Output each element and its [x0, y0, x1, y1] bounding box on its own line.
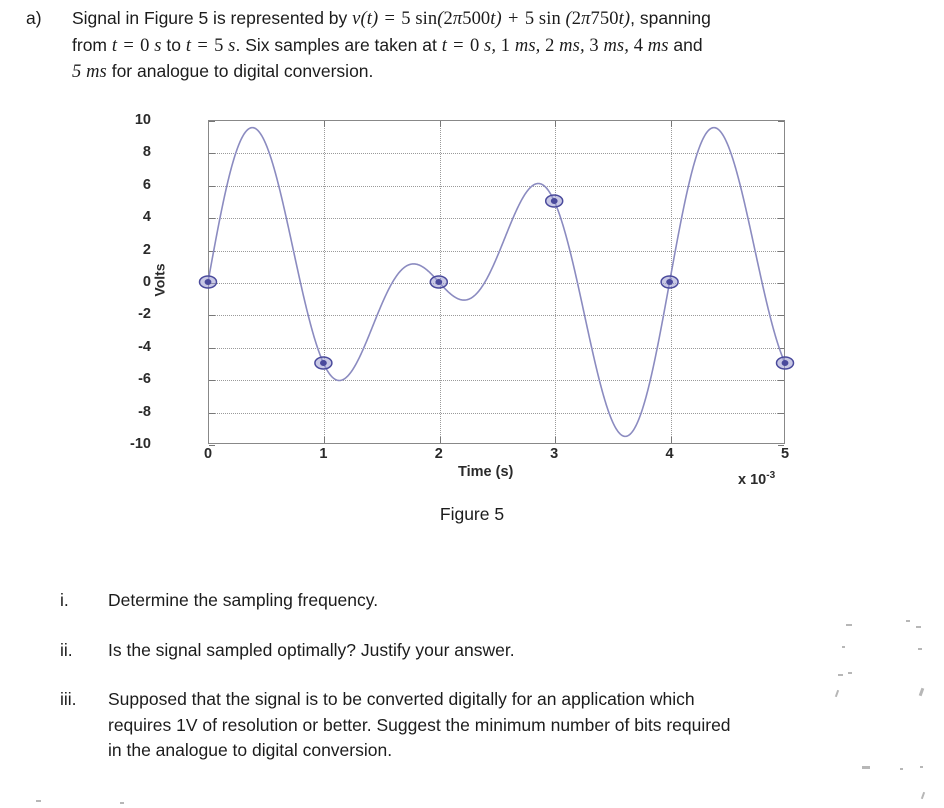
sample-marker-core — [550, 198, 558, 204]
y-tick-label: 0 — [142, 274, 151, 290]
figure-caption: Figure 5 — [439, 504, 505, 524]
signal-waveform-svg — [198, 126, 795, 438]
figure-5-block: Volts Time (s) x 10-3 10 8 6 4 2 0 -2 -4 -6 -8 -10… — [0, 100, 944, 524]
subquestion-line: in the analogue to digital conversion. — [108, 740, 393, 760]
x-tick-label: 2 — [434, 446, 443, 462]
scan-artifact — [120, 802, 124, 804]
sample-marker — [198, 275, 218, 289]
subquestion-text: Supposed that the signal is to be conver… — [108, 687, 926, 764]
sample-marker — [314, 356, 333, 370]
question-line-2-end: and — [668, 34, 703, 55]
x-tick-label: 1 — [319, 446, 328, 462]
subquestion-iii: iii. Supposed that the signal is to be co… — [60, 687, 926, 764]
scan-artifact — [36, 800, 41, 802]
sample-final-time: 5 ms — [72, 62, 107, 82]
time-end: t = 5 s — [185, 35, 236, 56]
time-start: t = 0 s — [111, 35, 162, 56]
subquestion-text: Is the signal sampled optimally? Justify… — [108, 638, 926, 664]
question-line-2-mid: to — [161, 34, 186, 55]
sample-marker — [660, 275, 679, 289]
sample-markers-group — [198, 194, 795, 370]
sample-marker-core — [666, 279, 673, 285]
y-tick-label: -10 — [130, 436, 151, 452]
y-tick-label: 8 — [142, 144, 151, 161]
sample-marker-core — [320, 360, 327, 366]
sample-times: t = 0 s, 1 ms, 2 ms, 3 ms, 4 ms — [441, 35, 669, 56]
subquestion-text: Determine the sampling frequency. — [108, 588, 926, 614]
question-marker: a) — [26, 8, 42, 28]
subquestion-ii: ii. Is the signal sampled optimally? Just… — [60, 638, 926, 664]
question-line-2-pre: from — [72, 34, 112, 55]
signal-equation: v(t) = 5 sin(2π500t) + 5 sin (2π750t) — [352, 9, 631, 29]
sample-marker — [429, 275, 449, 289]
y-tick-label: -2 — [138, 306, 151, 323]
y-tick-label: 10 — [134, 112, 151, 128]
x-axis-exponent: x 10-3 — [738, 470, 775, 488]
subquestion-line: Is the signal sampled optimally? Justify… — [108, 639, 515, 660]
sample-marker — [544, 194, 564, 208]
y-axis-title: Volts — [151, 263, 168, 297]
x-axis-exponent-power: -3 — [766, 470, 776, 481]
question-line-1: Signal in Figure 5 is represented by v(t… — [72, 6, 926, 33]
subquestion-line: requires 1V of resolution or better. Sug… — [108, 714, 731, 735]
x-tick-label: 5 — [780, 446, 790, 462]
sample-marker-core — [204, 279, 212, 285]
y-tick-label: 6 — [142, 176, 151, 193]
scan-artifact — [920, 791, 926, 800]
subquestion-marker: iii. — [60, 689, 77, 709]
question-stem-row: a) Signal in Figure 5 is represented by … — [26, 6, 926, 86]
sample-marker — [775, 356, 795, 370]
y-tick-label: 2 — [142, 241, 151, 258]
signal-chart: Volts Time (s) x 10-3 10 8 6 4 2 0 -2 -4 -6 -8 -10… — [0, 100, 944, 500]
subquestion-line: Determine the sampling frequency. — [108, 590, 379, 610]
waveform-line — [207, 126, 786, 438]
subquestion-marker: i. — [60, 590, 69, 610]
question-line-1-pre: Signal in Figure 5 is represented by — [72, 8, 353, 28]
x-axis-exponent-base: x 10 — [738, 471, 767, 488]
question-line-2: from t = 0 s to t = 5 s. Six samples are… — [72, 33, 926, 60]
question-line-3-post: for analogue to digital conversion. — [106, 61, 374, 81]
sample-marker-core — [781, 360, 789, 366]
y-tick-label: -4 — [138, 338, 151, 355]
question-line-2-post: . Six samples are taken at — [235, 34, 442, 55]
question-line-1-post: , spanning — [630, 8, 711, 28]
x-tick-label: 4 — [665, 446, 674, 462]
question-stem: a) Signal in Figure 5 is represented by … — [26, 6, 926, 86]
y-tick-label: -6 — [138, 371, 151, 388]
subquestion-list: i. Determine the sampling frequency. ii. Is… — [60, 588, 926, 788]
x-tick-label: 0 — [203, 446, 213, 462]
question-text: Signal in Figure 5 is represented by v(t… — [72, 6, 926, 86]
x-tick-label: 3 — [550, 446, 559, 462]
subquestion-marker: ii. — [60, 639, 73, 660]
sample-marker-core — [435, 279, 443, 285]
y-tick-label: 4 — [142, 209, 151, 226]
subquestion-i: i. Determine the sampling frequency. — [60, 588, 926, 614]
y-tick-label: -8 — [138, 403, 151, 420]
question-line-3: 5 ms for analogue to digital conversion. — [72, 59, 926, 86]
subquestion-line: Supposed that the signal is to be conver… — [108, 689, 695, 709]
x-axis-title: Time (s) — [458, 464, 514, 480]
